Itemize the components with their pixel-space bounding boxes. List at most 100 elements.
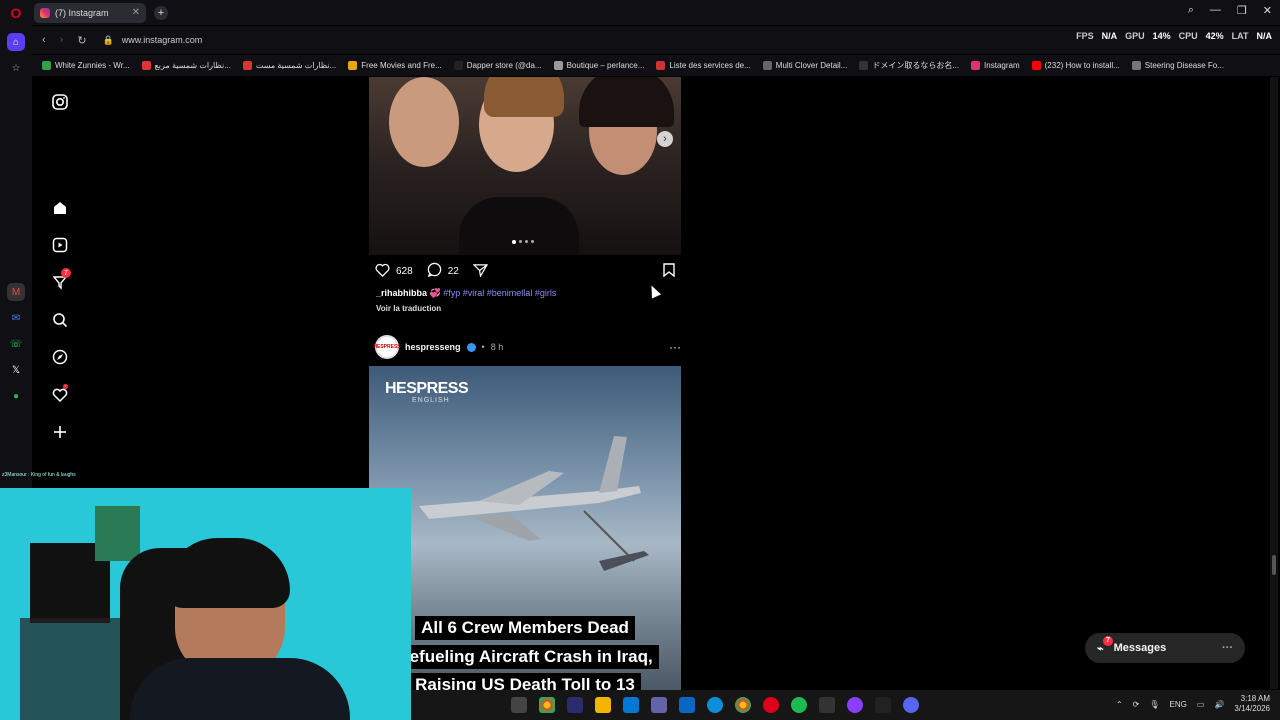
post-image[interactable]: HESPRESS ENGLISH All 6 Crew Members Dead… bbox=[369, 366, 681, 690]
headline-line-1: All 6 Crew Members Dead bbox=[415, 616, 635, 640]
bookmark-label: ドメイン取るならお名... bbox=[872, 61, 960, 70]
messages-badge: 7 bbox=[1103, 635, 1113, 646]
bookmark-favicon-icon bbox=[348, 61, 358, 70]
stream-chat-line: z3Mansour : King of fun & laughs bbox=[2, 472, 76, 478]
chrome-2-icon[interactable] bbox=[735, 697, 751, 713]
volume-icon[interactable]: 🔊 bbox=[1214, 700, 1224, 709]
clock-date: 3/14/2026 bbox=[1234, 704, 1270, 713]
discord-icon[interactable] bbox=[903, 697, 919, 713]
bookmark-item[interactable]: Multi Clover Detail... bbox=[762, 61, 847, 70]
x-icon[interactable]: 𝕏 bbox=[7, 361, 25, 379]
webcam-shelf bbox=[20, 618, 120, 720]
tab-instagram[interactable]: (7) Instagram ✕ bbox=[34, 2, 146, 23]
bookmark-item[interactable]: نظارات شمسية مربع... bbox=[141, 61, 231, 70]
clock[interactable]: 3:18 AM 3/14/2026 bbox=[1234, 694, 1270, 714]
chrome-icon[interactable] bbox=[539, 697, 555, 713]
like-heart-icon[interactable] bbox=[375, 263, 390, 280]
caption-username[interactable]: _rihabhibba bbox=[376, 288, 427, 298]
bookmark-item[interactable]: Dapper store (@da... bbox=[453, 61, 542, 70]
scrollbar-track[interactable] bbox=[1270, 77, 1278, 689]
bookmark-item[interactable]: White Zunnies - Wr... bbox=[42, 61, 130, 70]
search-icon[interactable] bbox=[49, 309, 71, 331]
activity-dot bbox=[63, 384, 68, 389]
instagram-logo-icon[interactable] bbox=[49, 91, 71, 113]
star-icon[interactable]: ☆ bbox=[7, 59, 25, 77]
chevron-up-icon[interactable]: ⌃ bbox=[1116, 700, 1123, 709]
bookmark-item[interactable]: ドメイン取るならお名... bbox=[859, 60, 959, 71]
purple-app-icon[interactable] bbox=[847, 697, 863, 713]
url-field[interactable]: 🔒 www.instagram.com bbox=[103, 35, 203, 46]
bookmark-item[interactable]: Instagram bbox=[971, 61, 1020, 70]
back-icon[interactable]: ‹ bbox=[42, 34, 46, 47]
avatar[interactable]: HESPRESS bbox=[373, 335, 401, 359]
bookmark-item[interactable]: Boutique – perlance... bbox=[553, 61, 644, 70]
headline-line-3: Raising US Death Toll to 13 bbox=[409, 673, 641, 690]
minimize-icon[interactable]: — bbox=[1210, 4, 1221, 17]
close-tab-icon[interactable]: ✕ bbox=[132, 7, 140, 18]
search-tabs-icon[interactable]: ⌕ bbox=[1188, 4, 1194, 17]
bookmark-label: Instagram bbox=[984, 61, 1020, 70]
bookmarks-bar: White Zunnies - Wr... نظارات شمسية مربع..… bbox=[32, 55, 1280, 76]
reload-icon[interactable]: ↻ bbox=[77, 34, 86, 47]
teams-icon[interactable] bbox=[651, 697, 667, 713]
file-explorer-icon[interactable] bbox=[511, 697, 527, 713]
whatsapp-icon[interactable]: ☏ bbox=[7, 335, 25, 353]
bookmark-label: Steering Disease Fo... bbox=[1144, 61, 1224, 70]
like-count: 628 bbox=[396, 265, 413, 277]
more-options-icon[interactable]: ··· bbox=[669, 340, 681, 354]
folder-icon[interactable] bbox=[595, 697, 611, 713]
carousel-next-icon[interactable]: › bbox=[657, 131, 673, 147]
reels-icon[interactable] bbox=[49, 234, 71, 256]
bookmark-label: White Zunnies - Wr... bbox=[55, 61, 130, 70]
post-username[interactable]: hespresseng bbox=[405, 342, 461, 352]
notification-badge: 7 bbox=[61, 268, 71, 278]
terminal-icon[interactable] bbox=[875, 697, 891, 713]
language-indicator[interactable]: ENG bbox=[1170, 700, 1187, 709]
opera-taskbar-icon[interactable] bbox=[763, 697, 779, 713]
spotify-taskbar-icon[interactable] bbox=[791, 697, 807, 713]
notifications-icon[interactable]: 7 bbox=[49, 268, 71, 293]
home-icon[interactable] bbox=[49, 197, 71, 219]
gmail-icon[interactable]: M bbox=[7, 283, 25, 301]
opera-logo-icon[interactable]: O bbox=[0, 0, 32, 25]
messages-button[interactable]: ⌁ 7 Messages ··· bbox=[1085, 633, 1245, 663]
scrollbar-thumb[interactable] bbox=[1272, 555, 1276, 575]
messages-more-icon[interactable]: ··· bbox=[1222, 642, 1233, 654]
home-icon[interactable]: ⌂ bbox=[7, 33, 25, 51]
post-image-carousel[interactable]: › bbox=[369, 77, 681, 255]
mic-icon[interactable]: 🎙 bbox=[1149, 700, 1159, 709]
explore-icon[interactable] bbox=[49, 346, 71, 368]
sync-icon[interactable]: ⟳ bbox=[1133, 700, 1140, 709]
outlook-icon[interactable] bbox=[679, 697, 695, 713]
see-translation-link[interactable]: Voir la traduction bbox=[376, 304, 441, 313]
app-icon[interactable] bbox=[819, 697, 835, 713]
new-tab-button[interactable]: + bbox=[154, 5, 168, 20]
performance-hud: FPS N/A GPU 14% CPU 42% LAT N/A bbox=[1076, 31, 1272, 41]
store-icon[interactable] bbox=[623, 697, 639, 713]
network-icon[interactable]: ▭ bbox=[1197, 700, 1205, 709]
share-send-icon[interactable] bbox=[472, 263, 488, 280]
messenger-icon[interactable]: ✉ bbox=[7, 309, 25, 327]
bookmark-item[interactable]: نظارات شمسية مست... bbox=[242, 61, 336, 70]
refueling-aircraft-illustration bbox=[419, 436, 649, 571]
spotify-icon[interactable]: ● bbox=[7, 387, 25, 405]
restore-icon[interactable]: ❐ bbox=[1237, 4, 1247, 17]
close-window-icon[interactable]: ✕ bbox=[1263, 4, 1272, 17]
edge-icon[interactable] bbox=[707, 697, 723, 713]
comment-icon[interactable] bbox=[427, 262, 442, 280]
comment-count: 22 bbox=[447, 265, 459, 277]
bookmark-icon[interactable] bbox=[663, 262, 675, 280]
webcam-person-hair bbox=[165, 538, 290, 608]
premiere-icon[interactable] bbox=[567, 697, 583, 713]
activity-heart-icon[interactable] bbox=[49, 384, 71, 406]
bookmark-item[interactable]: (232) How to install... bbox=[1031, 61, 1120, 70]
forward-icon[interactable]: › bbox=[60, 34, 64, 47]
photo-hair-2 bbox=[484, 77, 564, 117]
create-plus-icon[interactable] bbox=[49, 421, 71, 443]
bookmark-item[interactable]: Steering Disease Fo... bbox=[1131, 61, 1224, 70]
lat-value: N/A bbox=[1256, 31, 1273, 41]
caption-hashtags[interactable]: #fyp #viral #benimellal #girls bbox=[443, 288, 556, 298]
bookmark-item[interactable]: Liste des services de... bbox=[656, 61, 751, 70]
bookmark-item[interactable]: Free Movies and Fre... bbox=[348, 61, 442, 70]
gpu-value: 14% bbox=[1152, 31, 1171, 41]
